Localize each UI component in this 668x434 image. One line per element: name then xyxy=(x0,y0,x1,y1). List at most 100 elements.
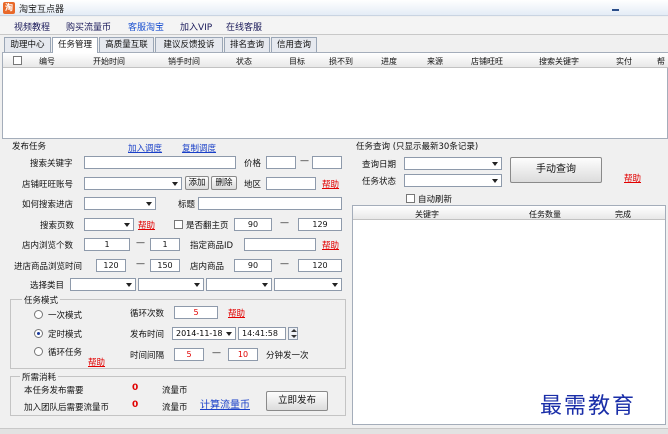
calc-coins-link[interactable]: 计算流量币 xyxy=(200,396,250,411)
price-max-input[interactable] xyxy=(312,156,342,169)
dropdown-arrow-icon xyxy=(490,159,500,168)
window-title: 淘宝互点器 xyxy=(19,5,65,15)
interval-min-input[interactable]: 5 xyxy=(174,348,204,361)
category-select-1[interactable] xyxy=(70,278,136,291)
repeat-label: 循环次数 xyxy=(130,309,165,319)
search-method-select[interactable] xyxy=(84,197,156,210)
pages-select[interactable] xyxy=(84,218,134,231)
query-status-select[interactable] xyxy=(404,174,502,187)
stay-time-label: 进店商品浏览时间 xyxy=(14,262,83,272)
col-extra[interactable]: 帮 xyxy=(657,56,665,67)
col-missed[interactable]: 损不到 xyxy=(329,56,353,67)
checkbox-icon[interactable] xyxy=(13,56,22,65)
menu-item-video[interactable]: 视频教程 xyxy=(14,20,50,33)
col-start[interactable]: 开始时间 xyxy=(93,56,125,67)
radio-icon[interactable] xyxy=(34,329,43,338)
dropdown-arrow-icon xyxy=(170,179,180,188)
instore-min-input[interactable]: 90 xyxy=(234,259,272,272)
category-select-2[interactable] xyxy=(138,278,204,291)
query-col-count[interactable]: 任务数量 xyxy=(529,209,561,220)
menu-item-vip[interactable]: 加入VIP xyxy=(180,20,212,33)
help-link-item[interactable]: 帮助 xyxy=(322,239,339,251)
menu-item-service-taobao[interactable]: 客服淘宝 xyxy=(128,20,164,33)
menu-item-buy[interactable]: 购买流量币 xyxy=(66,20,111,33)
publish-clock-input[interactable]: 14:41:58 xyxy=(238,327,286,340)
tab-assistant[interactable]: 助理中心 xyxy=(4,37,51,52)
publish-date-value: 2014-11-18 xyxy=(176,329,223,338)
browse-max-input[interactable]: 1 xyxy=(150,238,180,251)
tab-credit[interactable]: 信用查询 xyxy=(271,37,317,52)
col-keyword[interactable]: 搜索关键字 xyxy=(539,56,579,67)
title-bar: 淘 淘宝互点器 xyxy=(0,0,668,16)
spinner-icon[interactable] xyxy=(288,327,298,340)
publish-now-button[interactable]: 立即发布 xyxy=(266,391,328,411)
col-status[interactable]: 状态 xyxy=(236,56,252,67)
price-min-input[interactable] xyxy=(266,156,296,169)
publish-date-picker[interactable]: 2014-11-18 xyxy=(172,327,236,340)
tab-ranking[interactable]: 排名查询 xyxy=(224,37,270,52)
add-schedule-link[interactable]: 加入调度 xyxy=(128,142,162,154)
first-page-checkbox[interactable] xyxy=(174,220,183,229)
shop-select[interactable] xyxy=(84,177,182,190)
dropdown-arrow-icon xyxy=(490,176,500,185)
menu-item-online-service[interactable]: 在线客服 xyxy=(226,20,262,33)
col-id[interactable]: 编号 xyxy=(39,56,55,67)
pages-min-input[interactable]: 90 xyxy=(234,218,272,231)
delete-shop-button[interactable]: 删除 xyxy=(211,176,237,190)
dropdown-arrow-icon xyxy=(330,280,340,289)
category-select-4[interactable] xyxy=(274,278,342,291)
browse-min-input[interactable]: 1 xyxy=(84,238,130,251)
dropdown-arrow-icon xyxy=(144,199,154,208)
query-col-done[interactable]: 完成 xyxy=(615,209,631,220)
app-window: 淘 淘宝互点器 视频教程 购买流量币 客服淘宝 加入VIP 在线客服 助理中心 … xyxy=(0,0,668,434)
help-link-query[interactable]: 帮助 xyxy=(624,172,641,184)
task-grid[interactable]: 编号 开始时间 销手时间 状态 目标 损不到 进度 来源 店铺旺旺 搜索关键字 … xyxy=(2,52,668,139)
task-mode-title: 任务模式 xyxy=(22,294,61,306)
stay-min-input[interactable]: 120 xyxy=(96,259,126,272)
interval-max-input[interactable]: 10 xyxy=(228,348,258,361)
copy-schedule-link[interactable]: 复制调度 xyxy=(182,142,216,154)
cost-value-2: 0 xyxy=(132,400,139,410)
manual-query-button[interactable]: 手动查询 xyxy=(510,157,602,183)
minimize-icon[interactable] xyxy=(610,2,621,13)
auto-refresh-label: 自动刷新 xyxy=(418,195,453,205)
query-col-keyword[interactable]: 关键字 xyxy=(415,209,439,220)
title-label: 标题 xyxy=(178,200,196,210)
col-shop[interactable]: 店铺旺旺 xyxy=(471,56,503,67)
col-target[interactable]: 目标 xyxy=(289,56,305,67)
cost-line1-label: 本任务发布需要 xyxy=(24,386,84,396)
category-select-3[interactable] xyxy=(206,278,272,291)
region-input[interactable] xyxy=(266,177,316,190)
col-sell-time[interactable]: 销手时间 xyxy=(168,56,200,67)
col-progress[interactable]: 进度 xyxy=(381,56,397,67)
specified-item-input[interactable] xyxy=(244,238,316,251)
stay-max-input[interactable]: 150 xyxy=(150,259,180,272)
add-shop-button[interactable]: 添加 xyxy=(185,176,209,190)
first-page-label: 是否翻主页 xyxy=(186,221,229,231)
cost-title: 所需消耗 xyxy=(20,371,59,383)
radio-icon[interactable] xyxy=(34,347,43,356)
app-logo-icon: 淘 xyxy=(3,2,15,14)
query-date-select[interactable] xyxy=(404,157,502,170)
tab-task-manage[interactable]: 任务管理 xyxy=(52,37,98,53)
help-link-region[interactable]: 帮助 xyxy=(322,178,339,190)
auto-refresh-checkbox[interactable] xyxy=(406,194,415,203)
help-link-repeat[interactable]: 帮助 xyxy=(228,307,245,319)
tab-feedback[interactable]: 建议反馈投诉 xyxy=(155,37,223,52)
specified-item-label: 指定商品ID xyxy=(190,241,234,251)
pages-max-input[interactable]: 129 xyxy=(298,218,342,231)
keyword-input[interactable] xyxy=(84,156,236,169)
tab-quality[interactable]: 高质量互联 xyxy=(99,37,154,52)
instore-max-input[interactable]: 120 xyxy=(298,259,342,272)
cost-unit-1: 流量币 xyxy=(162,386,188,396)
help-link-mode[interactable]: 帮助 xyxy=(88,356,105,368)
repeat-input[interactable]: 5 xyxy=(174,306,218,319)
help-link-pages[interactable]: 帮助 xyxy=(138,219,155,231)
col-source[interactable]: 来源 xyxy=(427,56,443,67)
browse-count-label: 店内浏览个数 xyxy=(22,241,74,251)
watermark-text: 最需教育 xyxy=(540,394,637,419)
col-paid[interactable]: 实付 xyxy=(616,56,632,67)
radio-icon[interactable] xyxy=(34,310,43,319)
shop-label: 店铺旺旺账号 xyxy=(22,180,74,190)
title-input[interactable] xyxy=(198,197,342,210)
